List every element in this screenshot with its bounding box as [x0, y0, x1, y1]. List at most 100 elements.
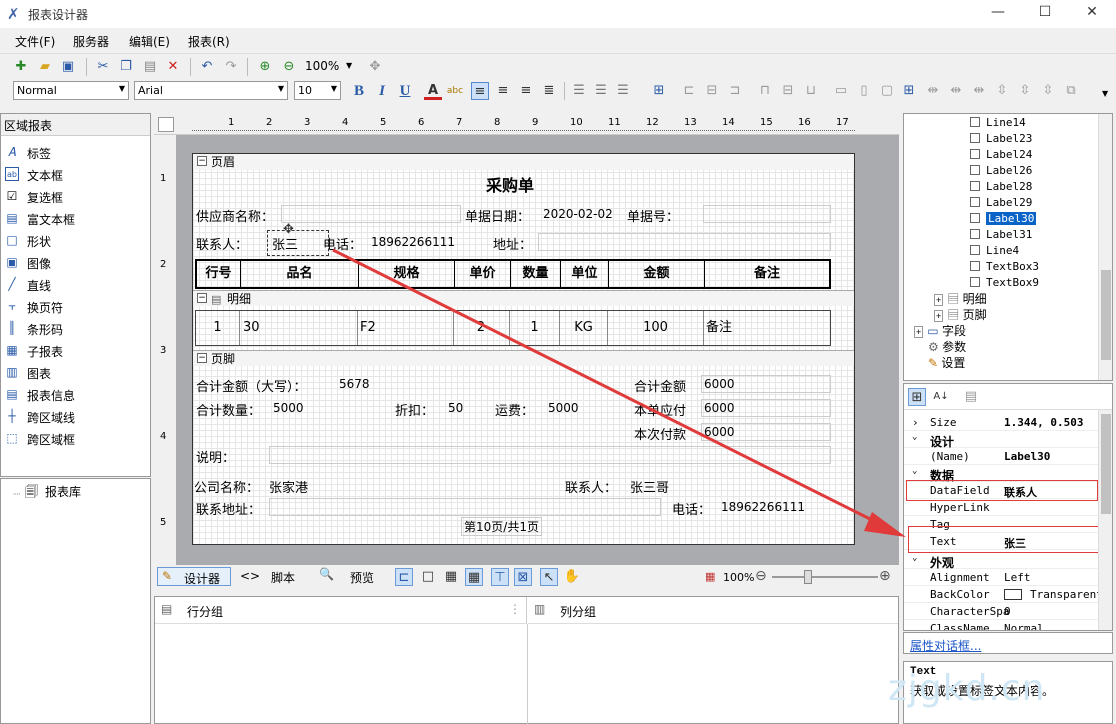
tool-shape[interactable]: □ 形状: [5, 229, 145, 251]
checkbox-icon[interactable]: [970, 165, 980, 175]
style-select[interactable]: Normal ▼: [13, 81, 129, 100]
tab-script[interactable]: 脚本: [271, 569, 295, 586]
band-header[interactable]: − 页眉: [193, 154, 854, 170]
checkbox-icon[interactable]: [970, 117, 980, 127]
undo-icon[interactable]: ↶: [198, 58, 216, 76]
selection-box[interactable]: [267, 230, 329, 256]
cell-rownum[interactable]: 1: [196, 311, 240, 345]
ruler-toggle-icon[interactable]: ⊏: [395, 568, 413, 586]
v-spacing-inc-icon[interactable]: ⇳: [1016, 82, 1034, 100]
fcontact-value[interactable]: 张三哥: [630, 477, 669, 496]
cell-spec[interactable]: F2: [358, 311, 454, 345]
tree-item[interactable]: Line14: [970, 116, 1026, 129]
same-height-icon[interactable]: ▯: [855, 82, 873, 100]
collapse-icon[interactable]: ⌄: [912, 466, 917, 476]
align-middles-icon[interactable]: ⊟: [779, 82, 797, 100]
zoom-out-button[interactable]: ⊖: [755, 568, 767, 584]
numbered-list-icon[interactable]: ☰: [592, 82, 610, 100]
paid-label[interactable]: 本次付款: [634, 424, 686, 443]
discount-label[interactable]: 折扣：: [395, 400, 434, 419]
expand-icon[interactable]: +: [934, 310, 944, 322]
expand-icon[interactable]: ›: [912, 416, 919, 429]
tree-item[interactable]: Label29: [970, 196, 1032, 209]
property-dialog-link[interactable]: 属性对话框...: [910, 637, 981, 654]
border-grid-icon[interactable]: ▦: [442, 568, 460, 586]
h-spacing-inc-icon[interactable]: ⇹: [947, 82, 965, 100]
checkbox-icon[interactable]: [970, 261, 980, 271]
redo-icon[interactable]: ↷: [222, 58, 240, 76]
tree-item[interactable]: Label26: [970, 164, 1032, 177]
drag-handle-icon[interactable]: ⋮: [509, 602, 521, 616]
prop-charspacing[interactable]: CharacterSpa 0: [904, 603, 1100, 620]
freight-label[interactable]: 运费：: [495, 400, 534, 419]
close-button[interactable]: ✕: [1082, 4, 1102, 24]
docno-field[interactable]: [703, 205, 831, 223]
checkbox-icon[interactable]: [970, 229, 980, 239]
company-value[interactable]: 张家港: [269, 477, 308, 496]
addr-label[interactable]: 地址：: [493, 234, 532, 253]
same-size-icon[interactable]: ▢: [878, 82, 896, 100]
page-info[interactable]: 第10页/共1页: [461, 517, 542, 536]
h-spacing-dec-icon[interactable]: ⇹: [970, 82, 988, 100]
addr-field[interactable]: [538, 233, 831, 251]
cell-remark[interactable]: 备注: [704, 311, 830, 345]
delete-icon[interactable]: ✕: [164, 58, 182, 76]
tree-item[interactable]: TextBox3: [970, 260, 1039, 273]
tree-node-footer[interactable]: + ▤ 页脚: [934, 306, 987, 323]
checkbox-icon[interactable]: [970, 277, 980, 287]
zoom-slider-thumb[interactable]: [804, 570, 812, 584]
h-spacing-icon[interactable]: ⇹: [924, 82, 942, 100]
checkbox-icon[interactable]: [970, 245, 980, 255]
col-header[interactable]: 品名: [241, 261, 359, 287]
contact-label[interactable]: 联系人：: [196, 234, 248, 253]
move-icon[interactable]: ✥: [366, 58, 384, 76]
note-label[interactable]: 说明：: [196, 447, 235, 466]
tool-crossline[interactable]: ┼ 跨区域线: [5, 405, 145, 427]
prop-name[interactable]: (Name) Label30: [904, 448, 1100, 465]
size-select[interactable]: 10 ▼: [294, 81, 341, 100]
collapse-icon[interactable]: −: [197, 353, 207, 363]
tool-barcode[interactable]: ║ 条形码: [5, 317, 145, 339]
bold-icon[interactable]: B: [350, 82, 368, 100]
justify-icon[interactable]: ≣: [540, 82, 558, 100]
tool-crossbox[interactable]: ⬚ 跨区域框: [5, 427, 145, 449]
total-cn-label[interactable]: 合计金额（大写）：: [196, 376, 307, 395]
cell-name[interactable]: 30: [240, 311, 358, 345]
phone-value[interactable]: 18962266111: [371, 235, 455, 249]
checkbox-icon[interactable]: [970, 149, 980, 159]
checkbox-icon[interactable]: [970, 213, 980, 223]
snap-grid-icon[interactable]: ⊞: [650, 82, 668, 100]
tree-node-fields[interactable]: + ▭ 字段: [914, 322, 966, 339]
discount-value[interactable]: 50: [448, 401, 463, 415]
tool-pagebreak[interactable]: ⫟ 换页符: [5, 295, 145, 317]
tree-item[interactable]: Label31: [970, 228, 1032, 241]
checkbox-icon[interactable]: [970, 197, 980, 207]
tree-item[interactable]: Label24: [970, 148, 1032, 161]
menu-server[interactable]: 服务器: [73, 33, 109, 50]
tool-line[interactable]: ╱ 直线: [5, 273, 145, 295]
tree-item[interactable]: Label28: [970, 180, 1032, 193]
cell-amount[interactable]: 100: [608, 311, 704, 345]
font-select[interactable]: Arial ▼: [134, 81, 288, 100]
maximize-button[interactable]: ☐: [1035, 4, 1055, 24]
col-header[interactable]: 备注: [705, 261, 829, 287]
tool-checkbox[interactable]: ☑ 复选框: [5, 185, 145, 207]
tool-reportinfo[interactable]: ▤ 报表信息: [5, 383, 145, 405]
tree-scrollbar[interactable]: [1098, 114, 1112, 380]
grid-show-icon[interactable]: ▦: [465, 568, 483, 586]
date-label[interactable]: 单据日期：: [465, 206, 530, 225]
categorized-icon[interactable]: ⊞: [908, 388, 926, 406]
band-footer[interactable]: − 页脚: [193, 350, 854, 366]
highlight-icon[interactable]: abc: [446, 82, 464, 100]
fcontact-label[interactable]: 联系人：: [565, 477, 617, 496]
tree-node-params[interactable]: ⚙ 参数: [928, 338, 966, 355]
tab-preview[interactable]: 预览: [350, 569, 374, 586]
menu-file[interactable]: 文件(F): [15, 33, 55, 50]
tool-textbox[interactable]: ab 文本框: [5, 163, 145, 185]
col-header[interactable]: 单位: [561, 261, 609, 287]
menu-report[interactable]: 报表(R): [188, 33, 230, 50]
tree-item[interactable]: Line4: [970, 244, 1019, 257]
collapse-icon[interactable]: ⌄: [912, 553, 917, 563]
zoom-in-icon[interactable]: ⊕: [256, 58, 274, 76]
cell-unit[interactable]: KG: [560, 311, 608, 345]
